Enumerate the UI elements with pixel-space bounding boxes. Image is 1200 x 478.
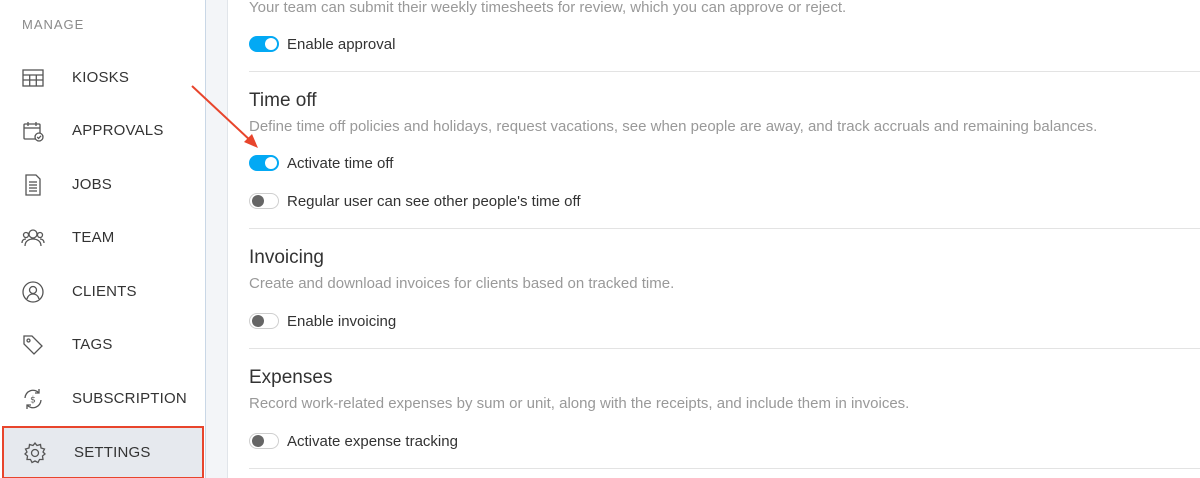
toggle-row-see-others-time-off: Regular user can see other people's time… <box>249 191 581 211</box>
sidebar-divider <box>206 0 228 478</box>
sidebar-item-subscription[interactable]: $ SUBSCRIPTION <box>0 372 206 425</box>
see-others-time-off-toggle[interactable] <box>249 193 279 209</box>
gear-icon <box>23 441 47 465</box>
divider <box>249 468 1200 469</box>
sidebar-item-approvals[interactable]: APPROVALS <box>0 104 206 157</box>
enable-approval-toggle[interactable] <box>249 36 279 52</box>
document-icon <box>21 173 45 197</box>
expense-tracking-toggle[interactable] <box>249 433 279 449</box>
sidebar-item-label: TEAM <box>72 229 115 246</box>
sidebar-item-label: SUBSCRIPTION <box>72 390 187 407</box>
section-description: Your team can submit their weekly timesh… <box>249 0 847 16</box>
sidebar-item-label: KIOSKS <box>72 69 130 86</box>
sidebar-item-tags[interactable]: TAGS <box>0 318 206 371</box>
user-circle-icon <box>21 280 45 304</box>
tag-icon <box>21 333 45 357</box>
section-title: Time off <box>249 90 317 111</box>
toggle-label: Activate time off <box>287 154 394 172</box>
team-icon <box>21 226 45 250</box>
sidebar-item-label: TAGS <box>72 336 113 353</box>
section-title: Expenses <box>249 367 333 388</box>
toggle-row-enable-invoicing: Enable invoicing <box>249 311 396 331</box>
toggle-row-enable-approval: Enable approval <box>249 34 395 54</box>
sidebar-item-kiosks[interactable]: KIOSKS <box>0 51 206 104</box>
sidebar: MANAGE KIOSKS APPROVALS JOBS TEAM CLIENT… <box>0 0 206 478</box>
sidebar-heading: MANAGE <box>22 17 85 32</box>
sidebar-item-label: SETTINGS <box>74 444 151 461</box>
toggle-label: Enable invoicing <box>287 312 397 330</box>
section-invoicing: Invoicing Create and download invoices f… <box>249 229 1200 348</box>
activate-time-off-toggle[interactable] <box>249 155 279 171</box>
enable-invoicing-toggle[interactable] <box>249 313 279 329</box>
sidebar-item-label: JOBS <box>72 176 112 193</box>
section-time-off: Time off Define time off policies and ho… <box>249 72 1200 228</box>
sidebar-item-team[interactable]: TEAM <box>0 211 206 264</box>
sidebar-item-label: APPROVALS <box>72 122 164 139</box>
section-description: Record work-related expenses by sum or u… <box>249 395 910 412</box>
toggle-row-expense-tracking: Activate expense tracking <box>249 431 458 451</box>
sidebar-item-jobs[interactable]: JOBS <box>0 158 206 211</box>
sidebar-item-settings[interactable]: SETTINGS <box>2 426 204 478</box>
section-expenses: Expenses Record work-related expenses by… <box>249 349 1200 468</box>
section-timesheets: Your team can submit their weekly timesh… <box>249 0 1200 72</box>
kiosk-grid-icon <box>21 66 45 90</box>
settings-content: Your team can submit their weekly timesh… <box>229 0 1200 478</box>
section-description: Create and download invoices for clients… <box>249 275 675 292</box>
section-description: Define time off policies and holidays, r… <box>249 118 1098 135</box>
subscription-refresh-icon: $ <box>21 387 45 411</box>
toggle-row-activate-time-off: Activate time off <box>249 153 393 173</box>
svg-text:$: $ <box>30 395 36 405</box>
toggle-label: Regular user can see other people's time… <box>287 192 581 210</box>
toggle-label: Activate expense tracking <box>287 432 458 450</box>
sidebar-item-clients[interactable]: CLIENTS <box>0 265 206 318</box>
sidebar-item-label: CLIENTS <box>72 283 137 300</box>
section-title: Invoicing <box>249 247 324 268</box>
calendar-check-icon <box>21 119 45 143</box>
toggle-label: Enable approval <box>287 35 396 53</box>
